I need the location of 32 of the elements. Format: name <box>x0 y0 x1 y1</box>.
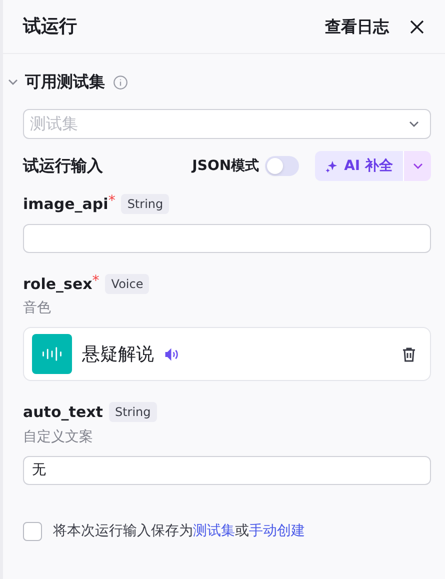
info-icon <box>113 74 128 90</box>
field-description: 自定义文案 <box>23 428 94 446</box>
voice-name: 悬疑解说 <box>82 342 154 366</box>
run-input-title: 试运行输入 <box>23 155 103 177</box>
text-input-field[interactable]: 无 <box>23 456 431 484</box>
json-mode-toggle[interactable] <box>265 156 300 176</box>
voice-card[interactable]: 悬疑解说 <box>23 327 431 381</box>
field-name: image_api <box>23 194 108 215</box>
close-icon[interactable] <box>409 18 425 34</box>
sparkle-icon <box>325 160 338 172</box>
type-tag: Voice <box>105 274 150 294</box>
required-mark: * <box>92 272 100 290</box>
save-option-text: 将本次运行输入保存为测试集或手动创建 <box>53 522 305 540</box>
ai-complete-button[interactable]: AI 补全 <box>315 151 403 181</box>
type-tag: String <box>121 194 170 214</box>
field-description: 音色 <box>23 299 52 318</box>
view-log-link[interactable]: 查看日志 <box>325 14 389 38</box>
field-name: auto_text <box>23 402 103 423</box>
inline-link[interactable]: 手动创建 <box>249 522 305 538</box>
section-title: 可用测试集 <box>25 71 105 93</box>
ai-dropdown-button[interactable] <box>403 151 431 181</box>
type-tag: String <box>108 402 157 422</box>
save-checkbox[interactable] <box>23 522 42 540</box>
text-input-field[interactable] <box>23 224 431 252</box>
waveform-icon <box>32 334 72 374</box>
inline-link[interactable]: 测试集 <box>193 522 235 538</box>
json-mode-label: JSON模式 <box>192 156 260 176</box>
panel-title: 试运行 <box>23 15 77 39</box>
speaker-icon[interactable] <box>164 348 179 360</box>
required-mark: * <box>108 192 116 211</box>
field-name: role_sex <box>23 274 92 294</box>
delete-icon[interactable] <box>402 346 416 362</box>
